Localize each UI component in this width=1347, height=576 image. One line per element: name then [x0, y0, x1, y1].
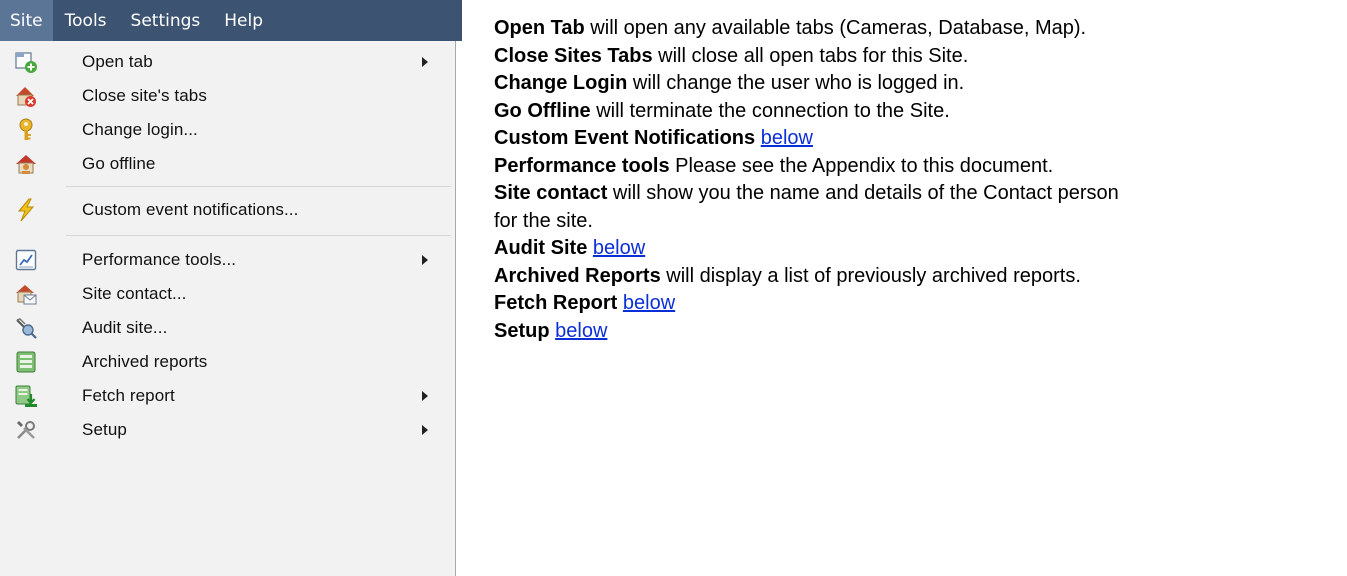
menu-item-fetch-report[interactable]: Fetch report — [0, 379, 455, 413]
menu-item-label: Custom event notifications... — [82, 200, 299, 219]
submenu-arrow-icon — [422, 57, 428, 67]
fetch-report-icon — [15, 385, 37, 407]
menu-item-custom-event-notifications[interactable]: Custom event notifications... — [0, 193, 455, 227]
desc-audit-site: Audit Site below — [494, 237, 646, 259]
menu-item-performance-tools[interactable]: Performance tools... — [0, 243, 455, 277]
menu-item-setup[interactable]: Setup — [0, 413, 455, 447]
close-tabs-icon — [16, 87, 36, 107]
below-link[interactable]: below — [593, 237, 645, 259]
menu-item-label: Performance tools... — [82, 250, 237, 269]
menu-item-archived-reports[interactable]: Archived reports — [0, 345, 455, 379]
menu-item-label: Change login... — [82, 120, 198, 139]
site-contact-icon — [16, 285, 37, 305]
menu-item-label: Fetch report — [82, 386, 175, 405]
desc-close-tabs: Close Sites Tabs will close all open tab… — [494, 44, 969, 67]
desc-setup: Setup below — [494, 319, 608, 342]
menu-settings[interactable]: Settings — [119, 0, 213, 41]
menu-item-label: Archived reports — [82, 352, 208, 371]
menu-item-label: Open tab — [82, 52, 153, 71]
menu-item-audit-site[interactable]: Audit site... — [0, 311, 455, 345]
chart-icon — [15, 249, 37, 271]
archive-icon — [16, 351, 36, 373]
submenu-arrow-icon — [422, 391, 428, 401]
below-link[interactable]: below — [623, 292, 675, 314]
menu-item-label: Site contact... — [82, 284, 187, 303]
menu-item-label: Audit site... — [82, 318, 168, 337]
desc-fetch-report: Fetch Report below — [494, 292, 676, 314]
desc-site-contact: Site contact will show you the name and … — [494, 182, 1119, 204]
desc-custom-event-notifications: Custom Event Notifications below — [494, 127, 813, 149]
menu-separator — [66, 186, 451, 187]
menu-item-label: Close site's tabs — [82, 86, 207, 105]
menu-item-label: Setup — [82, 420, 127, 439]
menu-site[interactable]: Site — [0, 0, 53, 41]
desc-go-offline: Go Offline will terminate the connection… — [494, 99, 950, 122]
menu-item-site-contact[interactable]: Site contact... — [0, 277, 455, 311]
menu-item-label: Go offline — [82, 154, 156, 173]
setup-tools-icon — [16, 420, 35, 439]
open-tab-icon — [15, 52, 37, 73]
desc-archived-reports: Archived Reports will display a list of … — [494, 264, 1081, 287]
menu-screenshot: Site Tools Settings Help Open tab Close … — [0, 0, 462, 576]
key-icon — [19, 118, 33, 140]
below-link[interactable]: below — [761, 127, 813, 149]
menu-item-close-tabs[interactable]: Close site's tabs — [0, 79, 455, 113]
menu-help[interactable]: Help — [212, 0, 275, 41]
menu-tools[interactable]: Tools — [53, 0, 119, 41]
desc-site-contact-cont: for the site. — [494, 209, 593, 232]
site-dropdown-menu: Open tab Close site's tabs Change login. — [0, 41, 456, 576]
below-link[interactable]: below — [555, 320, 607, 342]
go-offline-icon — [16, 155, 36, 174]
lightning-icon — [17, 198, 35, 222]
menu-item-change-login[interactable]: Change login... — [0, 113, 455, 147]
menu-description-text: Open Tab will open any available tabs (C… — [494, 15, 1334, 345]
desc-change-login: Change Login will change the user who is… — [494, 72, 965, 94]
menu-bar: Site Tools Settings Help — [0, 0, 462, 41]
menu-item-go-offline[interactable]: Go offline — [0, 147, 455, 181]
menu-item-open-tab[interactable]: Open tab — [0, 45, 455, 79]
submenu-arrow-icon — [422, 425, 428, 435]
desc-performance-tools: Performance tools Please see the Appendi… — [494, 154, 1054, 177]
submenu-arrow-icon — [422, 255, 428, 265]
audit-icon — [16, 318, 37, 339]
desc-open-tab: Open Tab will open any available tabs (C… — [494, 17, 1087, 39]
menu-separator — [66, 235, 451, 236]
